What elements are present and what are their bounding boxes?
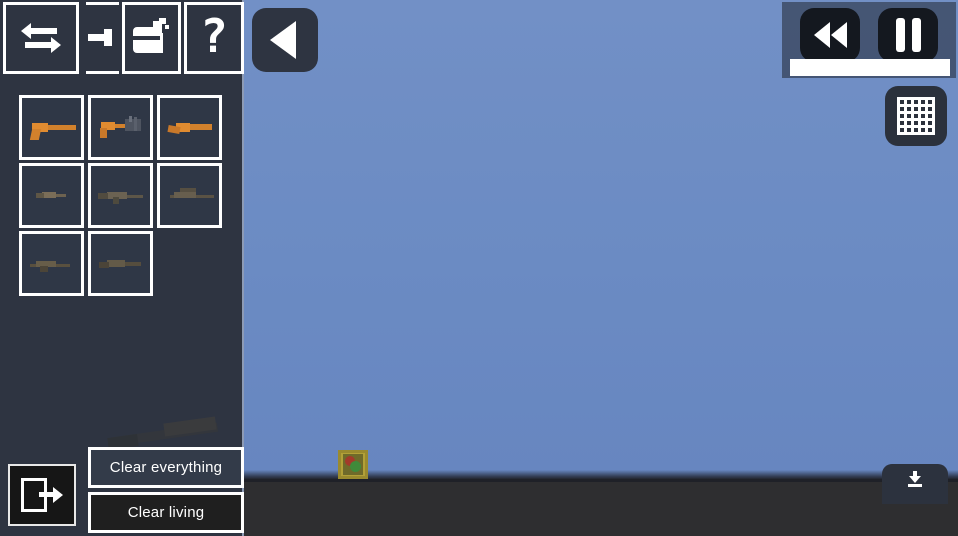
rewind-icon	[813, 22, 847, 48]
weapon-grid	[19, 95, 231, 296]
rewind-button[interactable]	[800, 8, 860, 62]
triangle-left-icon	[270, 21, 296, 59]
weapon-slot-sniper-rifle[interactable]	[157, 163, 222, 228]
carbine-icon	[26, 184, 78, 208]
smg-icon	[95, 115, 147, 140]
toggle-grid-button[interactable]	[885, 86, 947, 146]
clear-everything-button[interactable]: Clear everything	[88, 447, 244, 488]
swap-arrows-icon	[19, 19, 63, 57]
swap-tool-button[interactable]	[3, 2, 80, 74]
help-tool-button[interactable]: ?	[183, 2, 244, 74]
left-sidebar: ? Clear everything Clear living	[0, 0, 244, 536]
weapon-slot-assault-rifle[interactable]	[88, 163, 153, 228]
exit-icon	[21, 478, 63, 512]
clear-actions: Clear everything Clear living	[88, 447, 244, 533]
weapon-slot-sawed-off-shotgun[interactable]	[157, 95, 222, 160]
pistol-icon	[26, 116, 78, 140]
next-tool-button[interactable]	[86, 2, 119, 74]
shotgun-icon	[95, 252, 147, 276]
sawed-off-shotgun-icon	[164, 116, 216, 140]
game-screen: ? Clear everything Clear living	[0, 0, 958, 536]
playback-controls	[782, 2, 956, 78]
question-mark-icon: ?	[200, 9, 228, 63]
grid-icon	[897, 97, 935, 135]
pause-button[interactable]	[878, 8, 938, 62]
weapon-slot-shotgun[interactable]	[88, 231, 153, 296]
clear-living-button[interactable]: Clear living	[88, 492, 244, 533]
exit-button[interactable]	[8, 464, 76, 526]
assault-rifle-icon	[95, 184, 147, 208]
paint-tool-button[interactable]	[121, 2, 181, 74]
weapon-slot-carbine[interactable]	[19, 163, 84, 228]
arrow-right-icon	[88, 27, 116, 49]
download-arrow-icon	[908, 471, 922, 487]
sniper-rifle-icon	[164, 184, 216, 208]
weapon-slot-machine-gun[interactable]	[19, 231, 84, 296]
crate-marking-green	[350, 461, 361, 472]
timeline-scrubber[interactable]	[790, 59, 950, 76]
spray-can-icon	[131, 17, 171, 59]
supply-crate[interactable]	[338, 450, 368, 479]
download-button[interactable]	[882, 464, 948, 504]
collapse-panel-button[interactable]	[252, 8, 318, 72]
machine-gun-icon	[26, 252, 78, 276]
weapon-slot-pistol[interactable]	[19, 95, 84, 160]
pause-icon	[895, 18, 921, 52]
weapon-preview-ghost	[107, 408, 228, 452]
weapon-slot-smg[interactable]	[88, 95, 153, 160]
sidebar-toolbar: ?	[0, 0, 244, 78]
timeline-progress-fill	[790, 59, 950, 76]
